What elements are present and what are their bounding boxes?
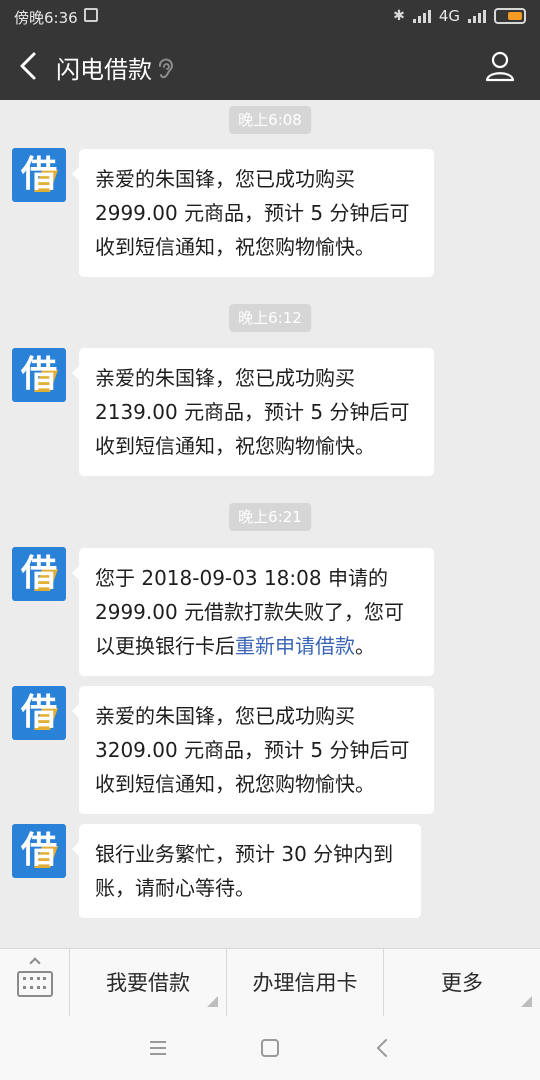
bluetooth-icon: ✱: [393, 8, 405, 24]
home-icon[interactable]: [256, 1034, 284, 1062]
top-bar: 傍晚6:36 ✱ 4G 闪电借款: [0, 0, 540, 100]
message-line: 2999.00 元商品，预计 5 分钟后可: [95, 201, 410, 225]
status-bar: 傍晚6:36 ✱ 4G: [0, 0, 540, 32]
message-line: 2139.00 元商品，预计 5 分钟后可: [95, 400, 410, 424]
message-bubble[interactable]: 亲爱的朱国锋，您已成功购买 3209.00 元商品，预计 5 分钟后可 收到短信…: [72, 686, 434, 814]
avatar[interactable]: 借: [12, 547, 66, 601]
ear-mode-icon: [159, 58, 173, 79]
back-arrow-icon[interactable]: [12, 48, 48, 84]
chat-area[interactable]: 晚上6:08 借 亲爱的朱国锋，您已成功购买 2999.00 元商品，预计 5 …: [0, 100, 540, 948]
message-line: 亲爱的朱国锋，您已成功购买: [95, 366, 355, 390]
message-line: 收到短信通知，祝您购物愉快。: [95, 434, 375, 458]
message-line: 收到短信通知，祝您购物愉快。: [95, 235, 375, 259]
avatar[interactable]: 借: [12, 348, 66, 402]
status-icons: ✱ 4G: [393, 6, 526, 26]
avatar-char: 借: [20, 692, 57, 733]
message-text: 以更换银行卡后: [95, 634, 235, 658]
menu-item-credit-card[interactable]: 办理信用卡: [227, 949, 384, 1017]
service-menu: 我要借款 办理信用卡 更多: [0, 948, 540, 1017]
message-line: 以更换银行卡后重新申请借款。: [95, 629, 418, 663]
submenu-indicator-icon: [207, 996, 218, 1007]
timestamp: 晚上6:12: [229, 304, 311, 332]
back-icon[interactable]: [369, 1034, 397, 1062]
message-text: 。: [355, 634, 375, 658]
timestamp: 晚上6:08: [229, 106, 311, 134]
avatar[interactable]: 借: [12, 148, 66, 202]
message-line: 3209.00 元商品，预计 5 分钟后可: [95, 738, 410, 762]
avatar-char: 借: [20, 154, 57, 195]
avatar[interactable]: 借: [12, 824, 66, 878]
reapply-loan-link[interactable]: 重新申请借款: [235, 634, 355, 658]
message-line: 银行业务繁忙，预计 30 分钟内到: [95, 842, 394, 866]
message-line: 账，请耐心等待。: [95, 876, 255, 900]
user-profile-icon[interactable]: [482, 48, 518, 84]
submenu-indicator-icon: [521, 996, 532, 1007]
message-line: 亲爱的朱国锋，您已成功购买: [95, 704, 355, 728]
timestamp: 晚上6:21: [229, 503, 311, 531]
signal-icon: [412, 9, 431, 23]
network-type: 4G: [438, 7, 460, 25]
message-bubble[interactable]: 亲爱的朱国锋，您已成功购买 2999.00 元商品，预计 5 分钟后可 收到短信…: [72, 149, 434, 277]
menu-icon[interactable]: [144, 1034, 172, 1062]
avatar-char: 借: [20, 830, 57, 871]
menu-item-label: 办理信用卡: [252, 971, 358, 995]
message-bubble[interactable]: 银行业务繁忙，预计 30 分钟内到 账，请耐心等待。: [72, 824, 421, 918]
avatar-char: 借: [20, 354, 57, 395]
menu-item-more[interactable]: 更多: [384, 949, 540, 1017]
message-bubble[interactable]: 您于 2018-09-03 18:08 申请的 2999.00 元借款打款失败了…: [72, 548, 434, 676]
message-bubble[interactable]: 亲爱的朱国锋，您已成功购买 2139.00 元商品，预计 5 分钟后可 收到短信…: [72, 348, 434, 476]
message-line: 亲爱的朱国锋，您已成功购买: [95, 167, 355, 191]
avatar-char: 借: [20, 553, 57, 594]
chevron-up-icon: [29, 957, 41, 969]
menu-item-borrow[interactable]: 我要借款: [70, 949, 227, 1017]
menu-item-label: 更多: [441, 971, 483, 995]
menu-item-label: 我要借款: [106, 971, 190, 995]
notification-icon: [84, 8, 98, 22]
avatar[interactable]: 借: [12, 686, 66, 740]
keyboard-toggle-button[interactable]: [0, 949, 70, 1017]
message-line: 您于 2018-09-03 18:08 申请的: [95, 566, 388, 590]
system-nav-bar: [0, 1016, 540, 1080]
status-time: 傍晚6:36: [14, 9, 78, 27]
page-title: 闪电借款: [56, 56, 152, 84]
keyboard-icon: [17, 971, 53, 997]
message-line: 收到短信通知，祝您购物愉快。: [95, 772, 375, 796]
battery-icon: [494, 8, 526, 24]
signal-icon: [468, 9, 486, 23]
message-line: 2999.00 元借款打款失败了，您可: [95, 600, 405, 624]
chat-header: 闪电借款: [0, 36, 540, 96]
